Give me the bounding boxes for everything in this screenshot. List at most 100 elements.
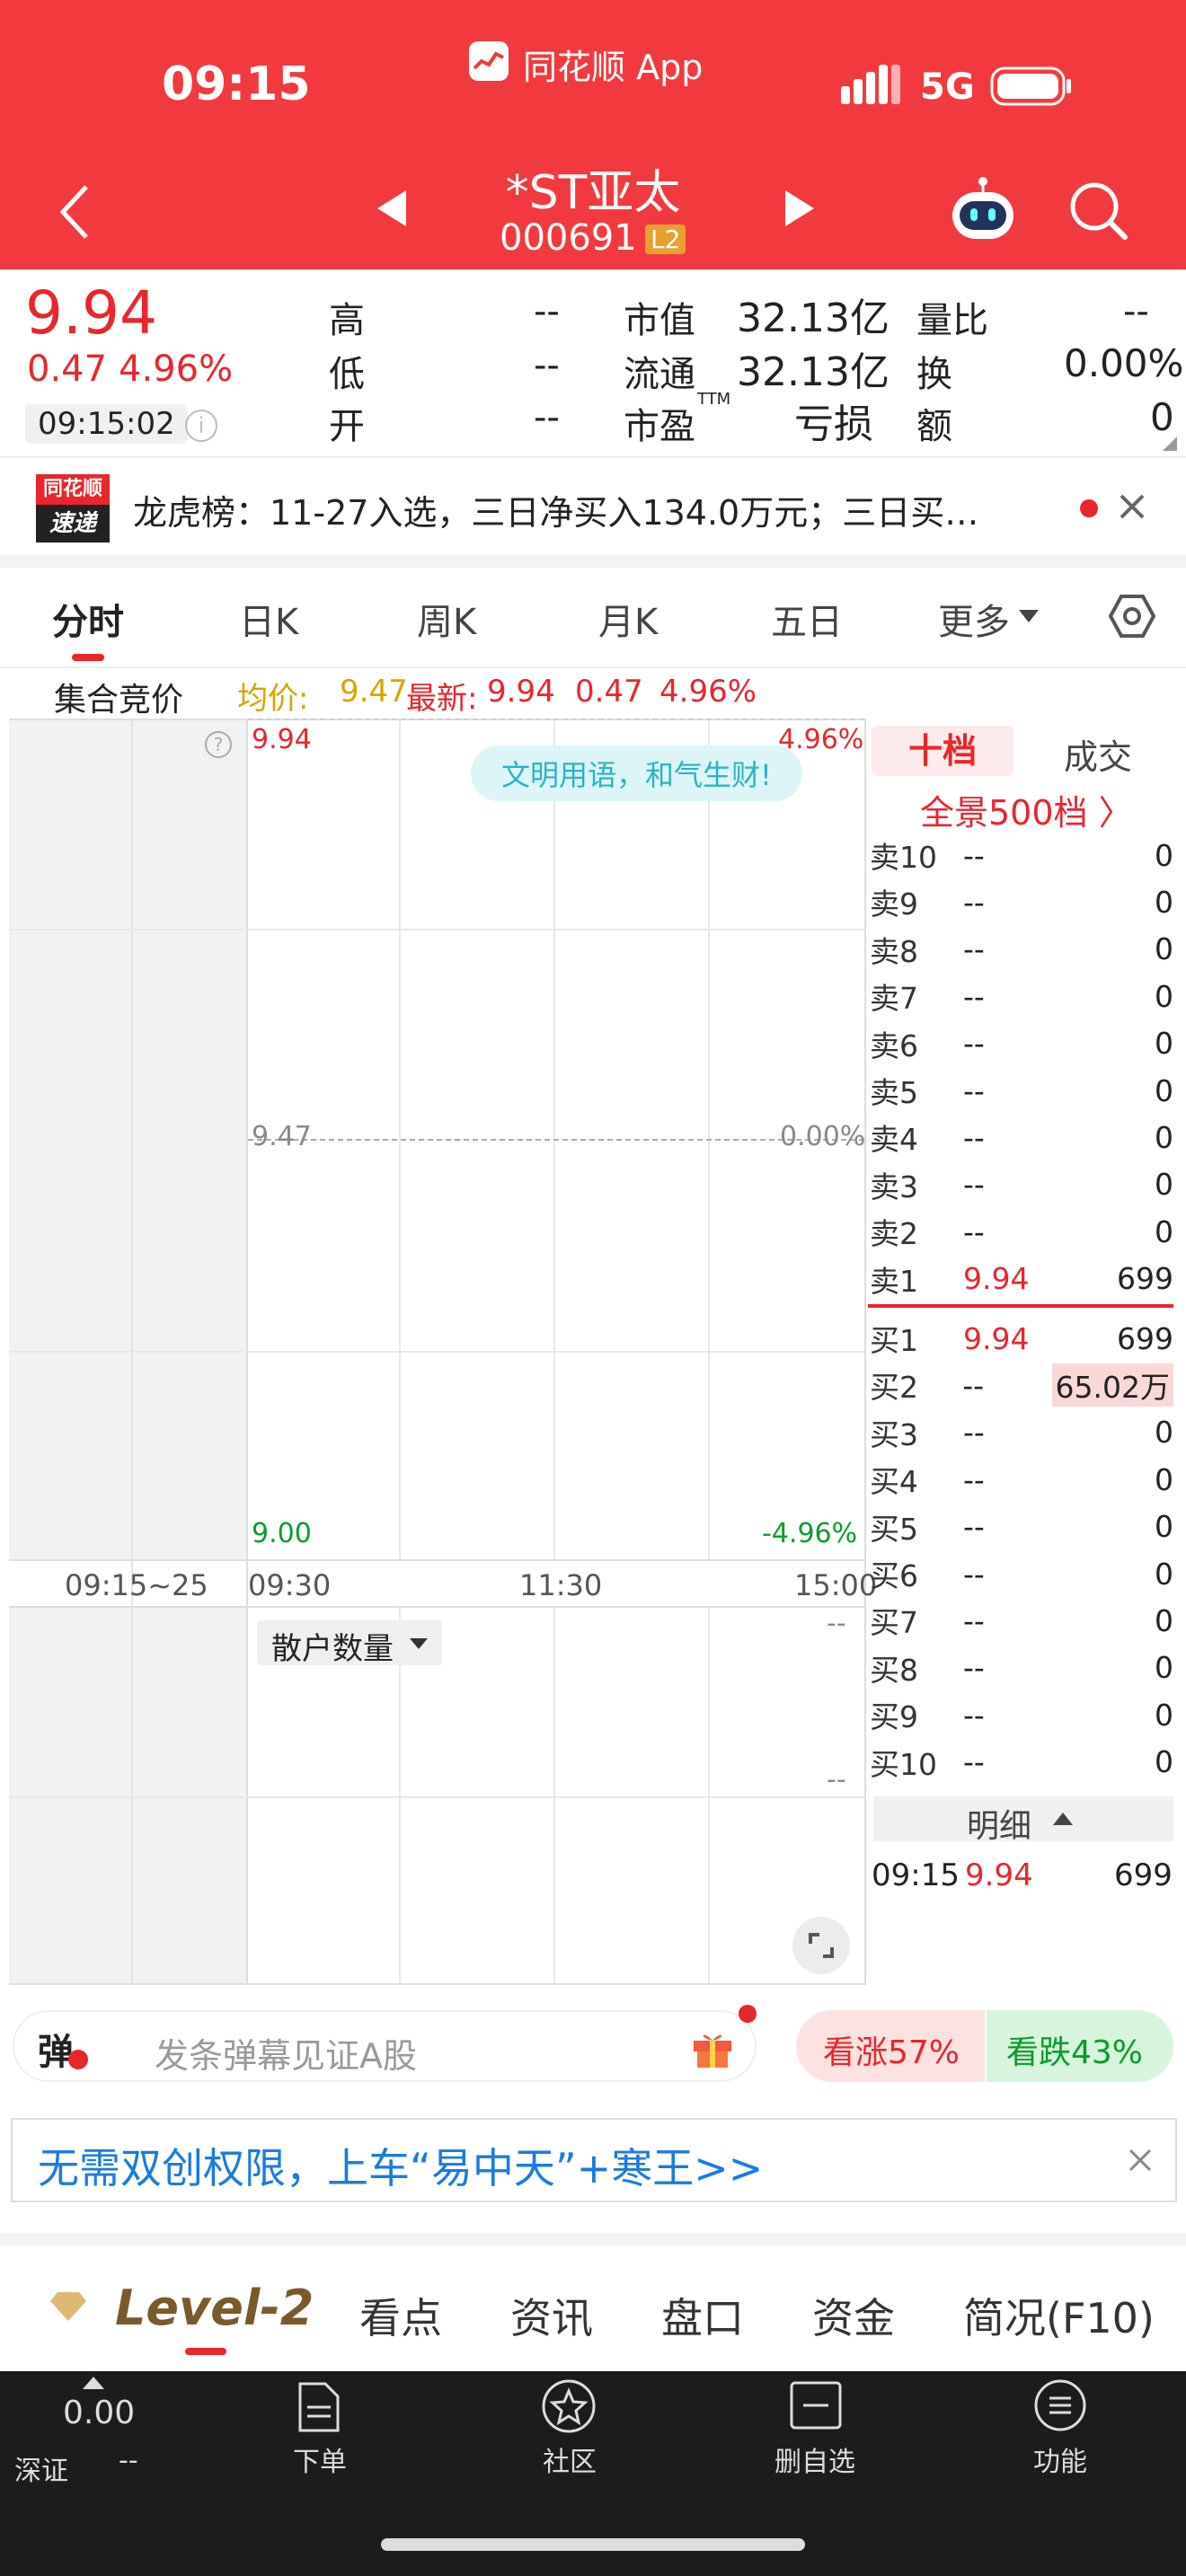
- price-change: 0.47: [27, 348, 108, 390]
- nav-functions[interactable]: 功能: [1033, 2439, 1087, 2479]
- danmaku-placeholder: 发条弹幕见证A股: [155, 2036, 417, 2076]
- tab-capital-flow[interactable]: 资金: [812, 2286, 895, 2345]
- x-label-mid: 11:30: [519, 1568, 603, 1602]
- tab-intraday[interactable]: 分时: [52, 593, 124, 645]
- search-icon[interactable]: [1069, 181, 1128, 244]
- float-value: 32.13亿: [737, 349, 890, 395]
- bearish-pct: 看跌43%: [1006, 2034, 1144, 2071]
- danmaku-input-bar[interactable]: 弹 发条弹幕见证A股: [13, 2005, 757, 2082]
- sell-level-volume: 0: [1155, 1072, 1173, 1108]
- chart-y-top: 9.94: [252, 724, 312, 755]
- buy-level-price: --: [963, 1697, 985, 1733]
- tab-monthly-k[interactable]: 月K: [598, 593, 658, 645]
- buy-level-volume: 0: [1155, 1650, 1173, 1686]
- sell-level-label: 卖2: [870, 1216, 918, 1252]
- sell-order-row[interactable]: 卖8 -- 0: [870, 926, 1173, 973]
- sell-order-row[interactable]: 卖1 9.94 699: [870, 1256, 1173, 1302]
- sell-level-label: 卖5: [870, 1075, 918, 1110]
- sell-level-label: 卖9: [870, 887, 918, 922]
- menu-circle-icon[interactable]: [1033, 2378, 1087, 2432]
- buy-level-volume: 0: [1155, 1461, 1173, 1497]
- buy-order-row[interactable]: 买3 -- 0: [870, 1409, 1173, 1456]
- sell-level-label: 卖6: [870, 1028, 918, 1063]
- buy-order-row[interactable]: 买10 -- 0: [870, 1739, 1173, 1786]
- chart-y-bottom: 9.00: [252, 1518, 312, 1549]
- sell-order-row[interactable]: 卖4 -- 0: [870, 1114, 1173, 1160]
- buy-level-price: --: [963, 1509, 985, 1545]
- fullscreen-icon[interactable]: [792, 1917, 850, 1974]
- bearish-vote-button[interactable]: 看跌43%: [987, 2010, 1173, 2082]
- tab-five-day[interactable]: 五日: [771, 593, 843, 645]
- nav-place-order[interactable]: 下单: [293, 2439, 347, 2479]
- chart-pct-mid: 0.00%: [780, 1121, 866, 1152]
- gift-icon[interactable]: [690, 2028, 735, 2069]
- sell-order-row[interactable]: 卖9 -- 0: [870, 878, 1173, 925]
- sell-order-row[interactable]: 卖3 -- 0: [870, 1161, 1173, 1208]
- orderbook-tab-ten[interactable]: 十档: [872, 726, 1013, 776]
- buy-order-row[interactable]: 买9 -- 0: [870, 1691, 1173, 1738]
- tab-daily-k[interactable]: 日K: [239, 593, 298, 645]
- buy-order-row[interactable]: 买2 -- 65.02万: [870, 1362, 1173, 1408]
- info-icon[interactable]: i: [185, 410, 217, 442]
- detail-volume: 699: [1114, 1857, 1173, 1893]
- orderbook-tab-trades[interactable]: 成交: [1064, 729, 1132, 779]
- news-text[interactable]: 龙虎榜：11-27入选，三日净买入134.0万元；三日买…: [133, 485, 1049, 534]
- settings-hexagon-icon[interactable]: [1108, 593, 1156, 643]
- buy-order-row[interactable]: 买5 -- 0: [870, 1504, 1173, 1550]
- sub-indicator-selector[interactable]: 散户数量: [257, 1620, 442, 1667]
- buy-order-row[interactable]: 买8 -- 0: [870, 1645, 1173, 1691]
- expand-corner-icon[interactable]: [1163, 437, 1177, 454]
- buy-order-row[interactable]: 买1 9.94 699: [870, 1315, 1173, 1362]
- close-icon[interactable]: [1116, 490, 1148, 526]
- nav-community[interactable]: 社区: [543, 2439, 597, 2479]
- sell-order-row[interactable]: 卖2 -- 0: [870, 1208, 1173, 1255]
- panorama-500-link[interactable]: 全景500档 〉: [920, 785, 1133, 834]
- tab-level2[interactable]: Level-2: [115, 2280, 314, 2336]
- signal-icon: [841, 65, 900, 108]
- sub-dash-top: --: [827, 1608, 846, 1639]
- next-stock-icon[interactable]: [783, 189, 816, 232]
- sell-order-row[interactable]: 卖6 -- 0: [870, 1020, 1173, 1067]
- amount-value: 0: [1150, 395, 1174, 439]
- buy-order-row[interactable]: 买6 -- 0: [870, 1550, 1173, 1597]
- tab-f10-profile[interactable]: 简况(F10): [963, 2286, 1155, 2345]
- index-name[interactable]: 深证: [14, 2448, 68, 2488]
- stock-code: 000691: [500, 217, 637, 259]
- sell-order-row[interactable]: 卖7 -- 0: [870, 973, 1173, 1019]
- buy-order-row[interactable]: 买4 -- 0: [870, 1456, 1173, 1503]
- tab-highlights[interactable]: 看点: [359, 2286, 442, 2345]
- danmaku-icon: 弹: [38, 2032, 74, 2073]
- remove-watchlist-icon[interactable]: [789, 2380, 843, 2430]
- robot-assistant-icon[interactable]: [949, 176, 1017, 248]
- community-star-icon[interactable]: [541, 2378, 597, 2434]
- mktcap-value: 32.13亿: [737, 296, 890, 341]
- tab-more[interactable]: 更多: [938, 593, 1010, 645]
- tab-weekly-k[interactable]: 周K: [417, 593, 476, 645]
- low-label: 低: [329, 354, 365, 395]
- buy-order-row[interactable]: 买7 -- 0: [870, 1597, 1173, 1644]
- nav-remove-watchlist[interactable]: 删自选: [774, 2439, 855, 2479]
- buy-level-price: --: [963, 1415, 985, 1451]
- bullish-vote-button[interactable]: 看涨57%: [796, 2010, 985, 2082]
- buy-level-price: --: [963, 1650, 985, 1686]
- sell-level-volume: 0: [1155, 978, 1173, 1014]
- avg-price-label: 均价:: [237, 681, 309, 717]
- close-icon[interactable]: [1127, 2147, 1154, 2174]
- detail-toggle[interactable]: 明细: [873, 1796, 1173, 1845]
- order-document-icon[interactable]: [295, 2380, 343, 2434]
- back-icon[interactable]: [58, 183, 93, 244]
- tab-news[interactable]: 资讯: [510, 2286, 593, 2345]
- help-icon[interactable]: ?: [205, 731, 232, 758]
- buy-level-volume: 0: [1155, 1509, 1173, 1545]
- index-value[interactable]: 0.00: [63, 2395, 135, 2431]
- amount-label: 额: [916, 406, 952, 447]
- tab-market-depth[interactable]: 盘口: [661, 2286, 744, 2345]
- home-indicator[interactable]: [381, 2538, 805, 2551]
- sell-order-row[interactable]: 卖5 -- 0: [870, 1067, 1173, 1114]
- sell-level-label: 卖4: [870, 1122, 918, 1158]
- sell-order-row[interactable]: 卖10 -- 0: [870, 832, 1173, 878]
- prev-stock-icon[interactable]: [376, 189, 408, 232]
- promo-banner[interactable]: 无需双创权限，上车“易中天”+寒王>>: [11, 2118, 1177, 2202]
- avg-price: 9.47: [340, 674, 408, 710]
- buy-level-label: 买6: [870, 1558, 918, 1593]
